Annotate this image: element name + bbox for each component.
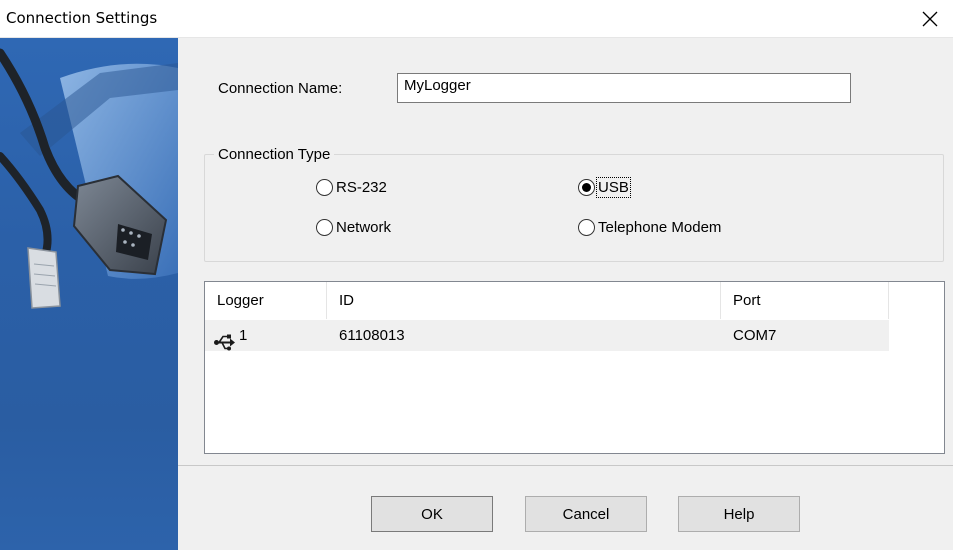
connection-type-group	[204, 154, 944, 262]
cancel-button[interactable]: Cancel	[525, 496, 647, 532]
radio-usb[interactable]: USB	[578, 177, 631, 198]
dialog-body: Connection Name: MyLogger Connection Typ…	[0, 38, 953, 550]
connection-name-value: MyLogger	[404, 77, 471, 94]
radio-telephone-modem-label: Telephone Modem	[598, 219, 722, 236]
title-bar: Connection Settings	[0, 0, 953, 38]
connection-illustration	[0, 38, 178, 550]
radio-rs232-label: RS-232	[336, 179, 387, 196]
logger-list-header: Logger ID Port	[205, 282, 889, 319]
radio-rs232-circle	[316, 179, 333, 196]
column-header-logger[interactable]: Logger	[205, 282, 327, 319]
ok-button[interactable]: OK	[371, 496, 493, 532]
logger-id: 61108013	[339, 327, 405, 344]
radio-usb-label: USB	[596, 177, 631, 198]
logger-list[interactable]: Logger ID Port 1 61108013 COM7	[204, 281, 945, 454]
connection-name-input[interactable]: MyLogger	[397, 73, 851, 103]
window-title: Connection Settings	[6, 9, 158, 27]
logger-port: COM7	[733, 327, 777, 344]
radio-telephone-modem-circle	[578, 219, 595, 236]
radio-usb-circle	[578, 179, 595, 196]
logger-number: 1	[239, 327, 248, 344]
radio-rs232[interactable]: RS-232	[316, 179, 387, 196]
connection-name-label: Connection Name:	[218, 80, 343, 97]
close-button[interactable]	[907, 0, 953, 38]
connection-type-legend: Connection Type	[214, 146, 335, 163]
radio-network-circle	[316, 219, 333, 236]
footer-separator	[178, 465, 953, 466]
radio-network[interactable]: Network	[316, 219, 391, 236]
column-header-id[interactable]: ID	[327, 282, 721, 319]
logger-row[interactable]: 1 61108013 COM7	[205, 320, 889, 351]
column-header-port[interactable]: Port	[721, 282, 889, 319]
help-button[interactable]: Help	[678, 496, 800, 532]
radio-network-label: Network	[336, 219, 392, 236]
close-icon	[922, 11, 938, 27]
usb-icon	[214, 334, 235, 351]
radio-telephone-modem[interactable]: Telephone Modem	[578, 219, 721, 236]
